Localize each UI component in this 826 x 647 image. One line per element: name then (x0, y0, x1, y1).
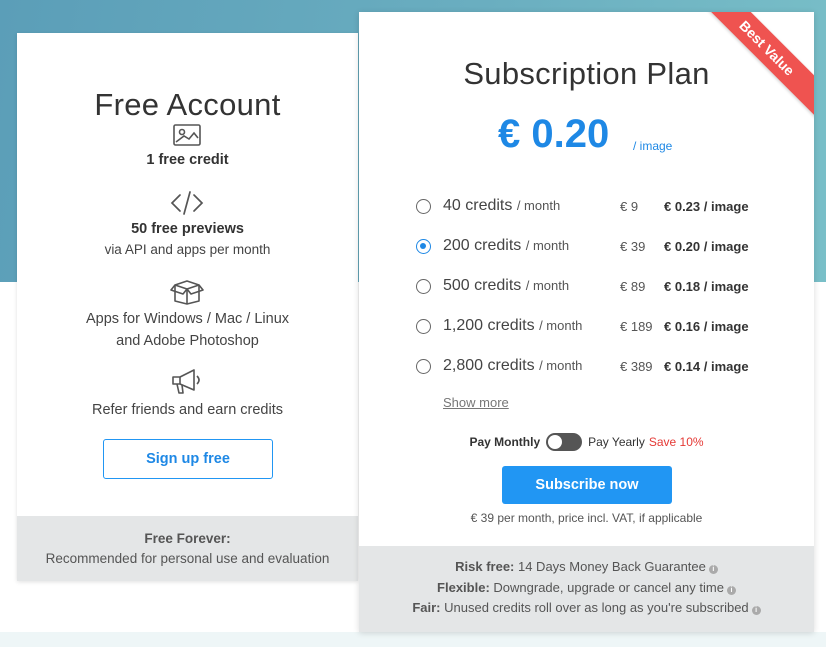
plan-monthly-price: € 389 (620, 358, 653, 374)
subscription-card-footer: Risk free: 14 Days Money Back Guarantee i… (359, 546, 814, 632)
plan-option-200[interactable]: 200 credits / month € 39 € 0.20 / image (416, 234, 796, 258)
show-more-link[interactable]: Show more (443, 395, 509, 410)
plan-radio[interactable] (416, 198, 431, 214)
price-per-image: € 0.20 (498, 112, 610, 156)
sign-up-free-button[interactable]: Sign up free (103, 439, 273, 479)
plan-radio[interactable] (416, 278, 431, 294)
billing-period-toggle-row: Pay Monthly Pay Yearly Save 10% (359, 431, 814, 453)
plan-option-2800[interactable]: 2,800 credits / month € 389 € 0.14 / ima… (416, 354, 796, 378)
plan-per-image-price: € 0.20 / image (664, 238, 749, 254)
billing-period-toggle[interactable] (546, 433, 583, 451)
plan-credits: 200 credits / month (443, 237, 570, 254)
plan-monthly-price: € 189 (620, 318, 653, 334)
feature-previews-subtext: via API and apps per month (104, 242, 271, 257)
subscribe-now-button[interactable]: Subscribe now (502, 466, 672, 504)
plan-credits: 2,800 credits / month (443, 357, 583, 374)
code-icon (167, 188, 207, 218)
free-account-card: Free Account 1 free credit 50 free previ… (17, 33, 358, 581)
free-footer-title: Free Forever: (144, 531, 231, 546)
vat-note: € 39 per month, price incl. VAT, if appl… (470, 511, 703, 525)
megaphone-icon (167, 366, 207, 396)
bottom-strip (0, 632, 826, 647)
plan-credits: 1,200 credits / month (443, 317, 583, 334)
subscription-plan-card: Best Value Subscription Plan € 0.20 / im… (359, 12, 814, 632)
plan-per-image-price: € 0.18 / image (664, 278, 749, 294)
plan-option-1200[interactable]: 1,200 credits / month € 189 € 0.16 / ima… (416, 314, 796, 338)
feature-apps-line1: Apps for Windows / Mac / Linux (85, 311, 290, 327)
feature-free-credit: 1 free credit (146, 152, 229, 168)
plan-per-image-price: € 0.16 / image (664, 318, 749, 334)
info-icon[interactable]: i (751, 606, 761, 615)
info-icon[interactable]: i (726, 585, 736, 595)
feature-apps-line2: and Adobe Photoshop (116, 333, 259, 349)
plan-credits: 40 credits / month (443, 197, 561, 214)
plan-per-image-price: € 0.23 / image (664, 198, 749, 214)
flexible-line: Flexible: Downgrade, upgrade or cancel a… (359, 578, 814, 599)
free-card-title: Free Account (94, 87, 281, 122)
pay-monthly-label: Pay Monthly (469, 435, 541, 449)
plan-monthly-price: € 9 (620, 198, 639, 214)
plan-per-image-price: € 0.14 / image (664, 358, 749, 374)
yearly-savings-badge: Save 10% (648, 435, 704, 449)
pay-yearly-label: Pay Yearly (588, 435, 645, 449)
feature-refer-friends: Refer friends and earn credits (91, 402, 283, 418)
box-icon (167, 276, 207, 306)
free-footer-text: Recommended for personal use and evaluat… (45, 551, 330, 566)
risk-free-line: Risk free: 14 Days Money Back Guarantee i (359, 557, 814, 578)
price-unit: / image (633, 139, 673, 153)
feature-free-previews: 50 free previews (131, 221, 244, 237)
info-icon[interactable]: i (708, 565, 718, 574)
image-icon (167, 120, 207, 150)
plan-option-500[interactable]: 500 credits / month € 89 € 0.18 / image (416, 274, 796, 298)
plan-radio[interactable] (416, 358, 431, 374)
plan-option-40[interactable]: 40 credits / month € 9 € 0.23 / image (416, 194, 796, 218)
plan-radio[interactable] (416, 318, 431, 334)
free-card-footer: Free Forever: Recommended for personal u… (17, 516, 358, 581)
fair-line: Fair: Unused credits roll over as long a… (359, 598, 814, 619)
subscription-card-title: Subscription Plan (463, 56, 710, 91)
plan-monthly-price: € 39 (620, 238, 646, 254)
plan-monthly-price: € 89 (620, 278, 646, 294)
plan-radio-selected[interactable] (416, 238, 431, 254)
plan-credits: 500 credits / month (443, 277, 570, 294)
